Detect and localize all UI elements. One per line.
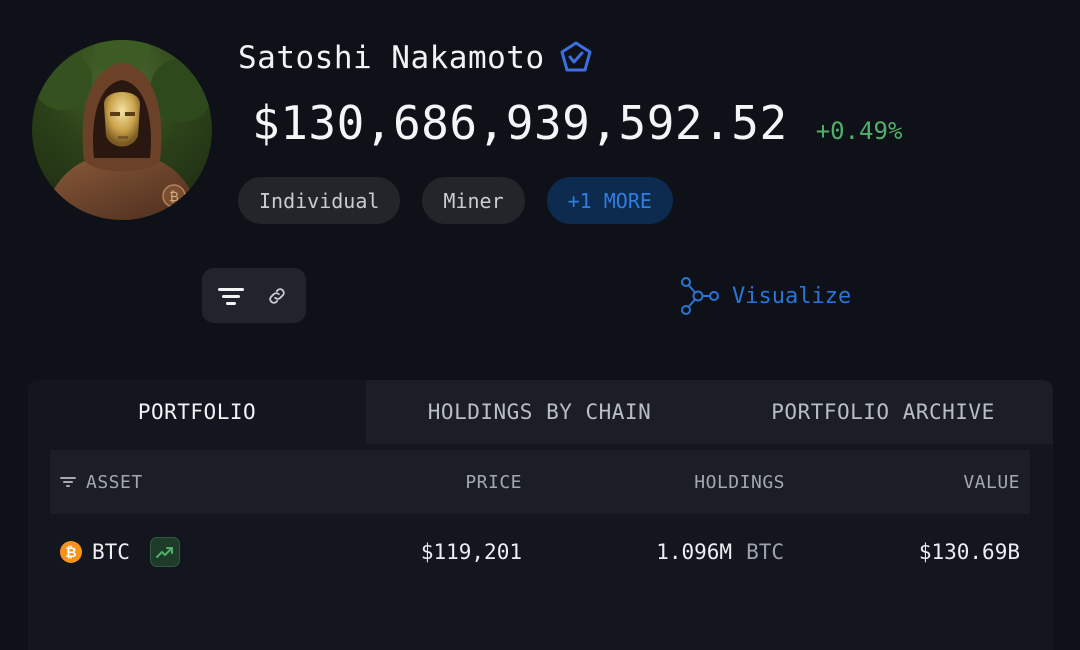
graph-network-icon: [681, 277, 719, 315]
copy-link-button[interactable]: [263, 282, 291, 310]
link-icon: [269, 287, 285, 304]
total-value: $130,686,939,592.52: [252, 96, 788, 150]
asset-symbol: BTC: [92, 540, 130, 564]
portfolio-tabs: PORTFOLIO HOLDINGS BY CHAIN PORTFOLIO AR…: [28, 380, 1053, 444]
table-header: ASSET PRICE HOLDINGS VALUE: [50, 450, 1030, 514]
profile-name: Satoshi Nakamoto: [238, 40, 545, 76]
filter-icon: [218, 287, 244, 305]
column-header-price[interactable]: PRICE: [465, 450, 522, 514]
holdings-unit: BTC: [746, 540, 784, 564]
profile-page: ₿ Satoshi Nakamoto $130,686,939,592.52 +…: [0, 0, 1080, 650]
column-header-asset[interactable]: ASSET: [60, 450, 143, 514]
tab-portfolio-archive[interactable]: PORTFOLIO ARCHIVE: [713, 380, 1053, 444]
change-percent: +0.49%: [815, 117, 903, 145]
visualize-label: Visualize: [732, 283, 852, 309]
sort-icon: [60, 477, 76, 487]
column-header-value[interactable]: VALUE: [963, 450, 1020, 514]
visualize-button[interactable]: Visualize: [678, 276, 851, 316]
entity-tags: Individual Miner +1 MORE: [238, 177, 673, 224]
more-tags-button[interactable]: +1 MORE: [546, 177, 673, 224]
holdings-amount: 1.096M: [656, 540, 733, 564]
trending-up-icon: [155, 547, 173, 558]
asset-cell[interactable]: ₿ BTC: [60, 520, 180, 584]
holdings-cell: 1.096M BTC: [656, 520, 784, 584]
profile-name-row: Satoshi Nakamoto: [238, 38, 593, 78]
tag-individual[interactable]: Individual: [238, 177, 401, 224]
table-row[interactable]: ₿ BTC $119,201 1.096M BTC $130.69B: [50, 520, 1030, 584]
filter-button[interactable]: [217, 282, 245, 310]
price-cell: $119,201: [420, 540, 522, 564]
svg-text:₿: ₿: [65, 545, 76, 561]
tab-holdings-by-chain[interactable]: HOLDINGS BY CHAIN: [366, 380, 713, 444]
avatar: ₿: [32, 40, 212, 220]
tab-portfolio[interactable]: PORTFOLIO: [28, 380, 366, 444]
column-label-asset: ASSET: [86, 471, 143, 493]
trend-button[interactable]: [149, 537, 180, 567]
action-bar: [202, 268, 306, 323]
portfolio-panel: PORTFOLIO HOLDINGS BY CHAIN PORTFOLIO AR…: [28, 380, 1053, 650]
tag-miner[interactable]: Miner: [422, 177, 525, 224]
verified-badge-icon: [560, 41, 592, 72]
portfolio-value-row: $130,686,939,592.52 +0.49%: [252, 96, 902, 156]
value-cell: $130.69B: [918, 540, 1020, 564]
svg-text:₿: ₿: [169, 190, 179, 205]
column-header-holdings[interactable]: HOLDINGS: [694, 450, 785, 514]
bitcoin-icon: ₿: [60, 541, 82, 563]
